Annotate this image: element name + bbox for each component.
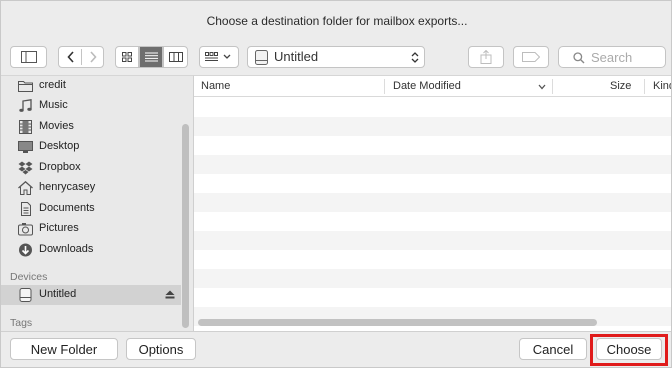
sidebar-item-label: Pictures xyxy=(39,222,79,234)
dialog-title: Choose a destination folder for mailbox … xyxy=(206,14,468,28)
arrange-button[interactable] xyxy=(199,46,239,68)
table-row xyxy=(194,212,671,231)
column-header-size[interactable]: Size xyxy=(610,76,631,97)
table-row xyxy=(194,136,671,155)
popup-arrows-icon xyxy=(411,52,419,63)
sidebar-item-desktop[interactable]: Desktop xyxy=(1,137,181,157)
drive-icon xyxy=(255,50,268,65)
devices-heading: Devices xyxy=(10,271,48,283)
bottom-bar: New Folder Options Cancel Choose xyxy=(1,331,671,367)
home-icon xyxy=(18,181,33,195)
dropbox-icon xyxy=(18,161,33,175)
desktop-icon xyxy=(18,141,33,153)
search-placeholder: Search xyxy=(591,50,633,65)
sidebar-item-dropbox[interactable]: Dropbox xyxy=(1,158,181,178)
location-label: Untitled xyxy=(274,49,319,64)
sidebar-item-label: Documents xyxy=(39,202,95,214)
table-row xyxy=(194,98,671,117)
table-row xyxy=(194,231,671,250)
save-dialog: Choose a destination folder for mailbox … xyxy=(0,0,672,368)
back-button[interactable] xyxy=(59,47,82,67)
sort-chevron-down-icon xyxy=(538,84,546,90)
icon-view-button[interactable] xyxy=(115,46,139,68)
column-view-button[interactable] xyxy=(163,46,188,68)
sidebar-item-label: Desktop xyxy=(39,140,80,152)
table-row xyxy=(194,117,671,136)
list-view-button[interactable] xyxy=(139,46,163,68)
downloads-icon xyxy=(19,243,32,257)
table-row xyxy=(194,269,671,288)
column-header-date-modified[interactable]: Date Modified xyxy=(393,76,461,97)
sidebar-item-label: Dropbox xyxy=(39,161,81,173)
sidebar-item-pictures[interactable]: Pictures xyxy=(1,219,181,239)
list-icon xyxy=(144,52,158,62)
search-icon xyxy=(573,52,585,64)
search-field[interactable]: Search xyxy=(558,46,666,68)
file-list: Name Date Modified Size Kind xyxy=(193,75,671,331)
sidebar-item-credit[interactable]: credit xyxy=(1,76,181,96)
tags-heading: Tags xyxy=(10,317,33,329)
new-folder-button[interactable]: New Folder xyxy=(10,338,118,360)
sidebar-item-documents[interactable]: Documents xyxy=(1,199,181,219)
chevron-right-icon xyxy=(90,51,97,63)
columns-icon xyxy=(168,52,183,62)
column-header-name[interactable]: Name xyxy=(201,76,230,97)
share-button[interactable] xyxy=(468,46,504,68)
share-icon xyxy=(480,50,492,64)
sidebar-item-label: Untitled xyxy=(39,288,77,300)
chevron-left-icon xyxy=(66,51,74,63)
choose-button[interactable]: Choose xyxy=(596,338,662,360)
sidebar-scrollbar[interactable] xyxy=(182,124,189,328)
tag-button[interactable] xyxy=(513,46,549,68)
table-row xyxy=(194,288,671,307)
horizontal-scrollbar[interactable] xyxy=(198,319,597,326)
sidebar: credit Music Movies Desktop Dropbox henr… xyxy=(1,75,193,331)
eject-icon[interactable] xyxy=(165,290,175,299)
toolbar: Untitled Search xyxy=(1,41,671,75)
sidebar-item-music[interactable]: Music xyxy=(1,96,181,116)
cancel-button[interactable]: Cancel xyxy=(519,338,587,360)
location-popup[interactable]: Untitled xyxy=(247,46,425,68)
music-icon xyxy=(19,99,32,112)
column-headers: Name Date Modified Size Kind xyxy=(194,76,671,97)
drive-icon xyxy=(19,288,32,302)
file-rows xyxy=(194,98,671,326)
sidebar-item-henrycasey[interactable]: henrycasey xyxy=(1,178,181,198)
movies-icon xyxy=(19,120,32,134)
grid-icon xyxy=(122,52,132,62)
table-row xyxy=(194,193,671,212)
sidebar-item-label: Downloads xyxy=(39,243,94,255)
sidebar-item-label: Movies xyxy=(39,120,74,132)
sidebar-item-label: credit xyxy=(39,79,66,91)
sidebar-item-downloads[interactable]: Downloads xyxy=(1,240,181,260)
table-row xyxy=(194,155,671,174)
nav-buttons xyxy=(58,46,104,68)
arrange-icon xyxy=(205,52,231,61)
tag-icon xyxy=(522,52,540,62)
sidebar-item-movies[interactable]: Movies xyxy=(1,117,181,137)
sidebar-item-label: Music xyxy=(39,99,68,111)
sidebar-toggle-button[interactable] xyxy=(10,46,47,68)
sidebar-item-label: henrycasey xyxy=(39,181,96,193)
sidebar-item-untitled[interactable]: Untitled xyxy=(1,285,181,305)
documents-icon xyxy=(21,202,31,216)
table-row xyxy=(194,174,671,193)
table-row xyxy=(194,250,671,269)
column-header-kind[interactable]: Kind xyxy=(653,76,671,97)
options-button[interactable]: Options xyxy=(126,338,196,360)
pictures-icon xyxy=(18,223,33,236)
forward-button[interactable] xyxy=(82,47,104,67)
sidebar-icon xyxy=(20,51,37,63)
folder-icon xyxy=(18,81,33,92)
